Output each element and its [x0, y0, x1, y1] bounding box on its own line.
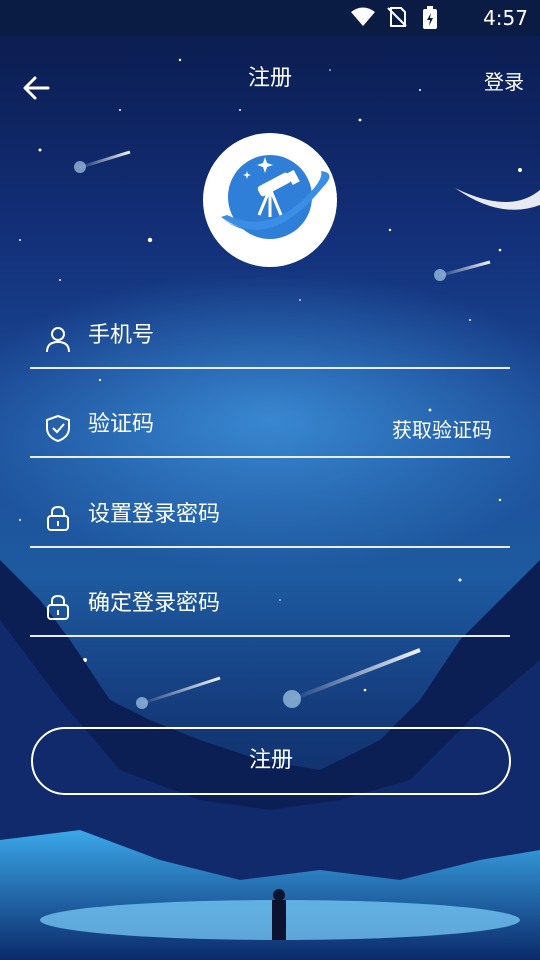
register-button[interactable]: 注册: [31, 727, 511, 795]
page-title: 注册: [247, 66, 292, 91]
password-field: [30, 486, 510, 548]
status-bar: 4:57: [0, 0, 540, 36]
status-icons: [350, 6, 460, 30]
no-sim-icon: [387, 7, 407, 27]
phone-input[interactable]: [88, 315, 388, 355]
lock-icon: [47, 594, 69, 620]
app-logo: [203, 133, 337, 267]
shield-check-icon: [46, 414, 70, 442]
battery-charging-icon: [423, 6, 437, 29]
telescope-planet-icon: [217, 155, 330, 239]
register-screen: 4:57 注册 登录 手机号 验证码 获取验证码 注册: [0, 0, 540, 960]
confirm-password-field: [30, 575, 510, 637]
phone-field: [30, 307, 510, 369]
wifi-icon: [351, 7, 375, 26]
status-time: 4:57: [483, 6, 528, 30]
login-link[interactable]: 登录: [484, 66, 524, 95]
lock-icon: [47, 505, 69, 531]
code-field: 获取验证码: [30, 396, 510, 458]
get-code-button[interactable]: 获取验证码: [392, 414, 492, 443]
user-icon: [46, 327, 70, 353]
password-input[interactable]: [88, 494, 388, 534]
confirm-password-input[interactable]: [88, 583, 388, 623]
code-input[interactable]: [88, 404, 388, 444]
